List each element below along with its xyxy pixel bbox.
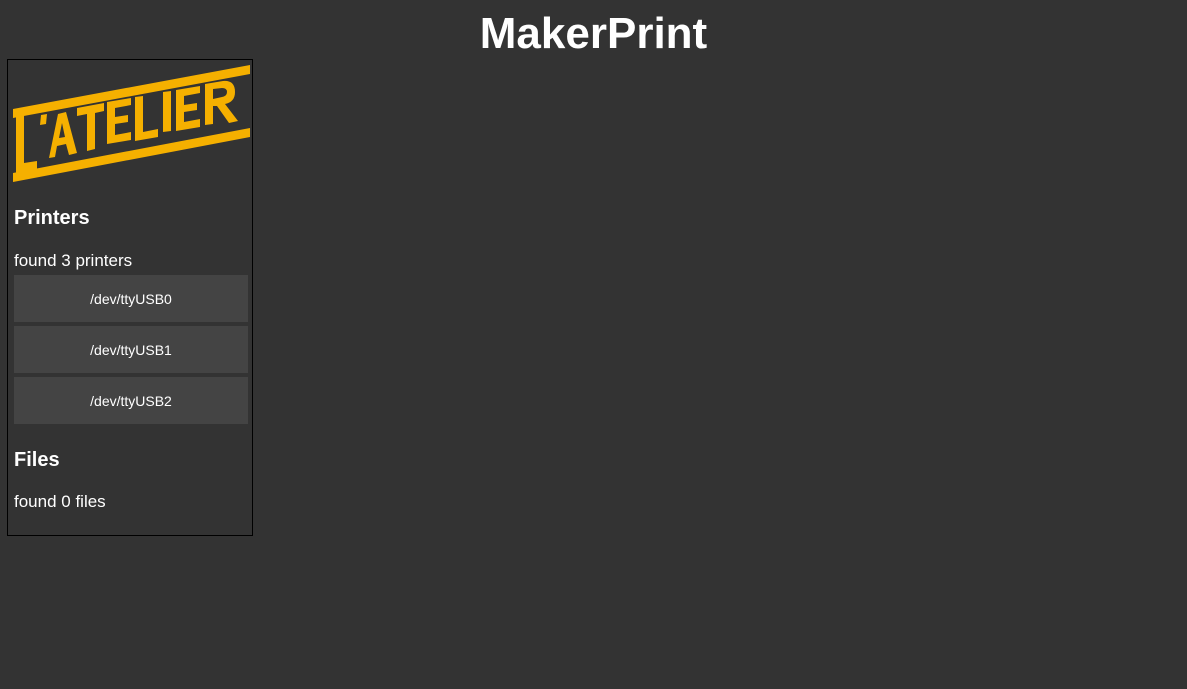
files-heading: Files — [14, 449, 60, 471]
printers-heading: Printers — [14, 207, 90, 229]
printer-button-ttyusb1[interactable]: /dev/ttyUSB1 — [14, 326, 248, 373]
printer-button-ttyusb2[interactable]: /dev/ttyUSB2 — [14, 377, 248, 424]
app-title: MakerPrint — [479, 9, 708, 58]
printer-button-ttyusb0[interactable]: /dev/ttyUSB0 — [14, 275, 248, 322]
sidebar: Printers found 3 printers /dev/ttyUSB0 /… — [7, 59, 253, 536]
printer-list: /dev/ttyUSB0 /dev/ttyUSB1 /dev/ttyUSB2 — [14, 275, 248, 428]
latelier-logo — [13, 65, 250, 182]
list-item: /dev/ttyUSB2 — [14, 377, 248, 424]
list-item: /dev/ttyUSB0 — [14, 275, 248, 322]
list-item: /dev/ttyUSB1 — [14, 326, 248, 373]
printers-count: found 3 printers — [14, 251, 133, 270]
files-count: found 0 files — [14, 492, 106, 511]
